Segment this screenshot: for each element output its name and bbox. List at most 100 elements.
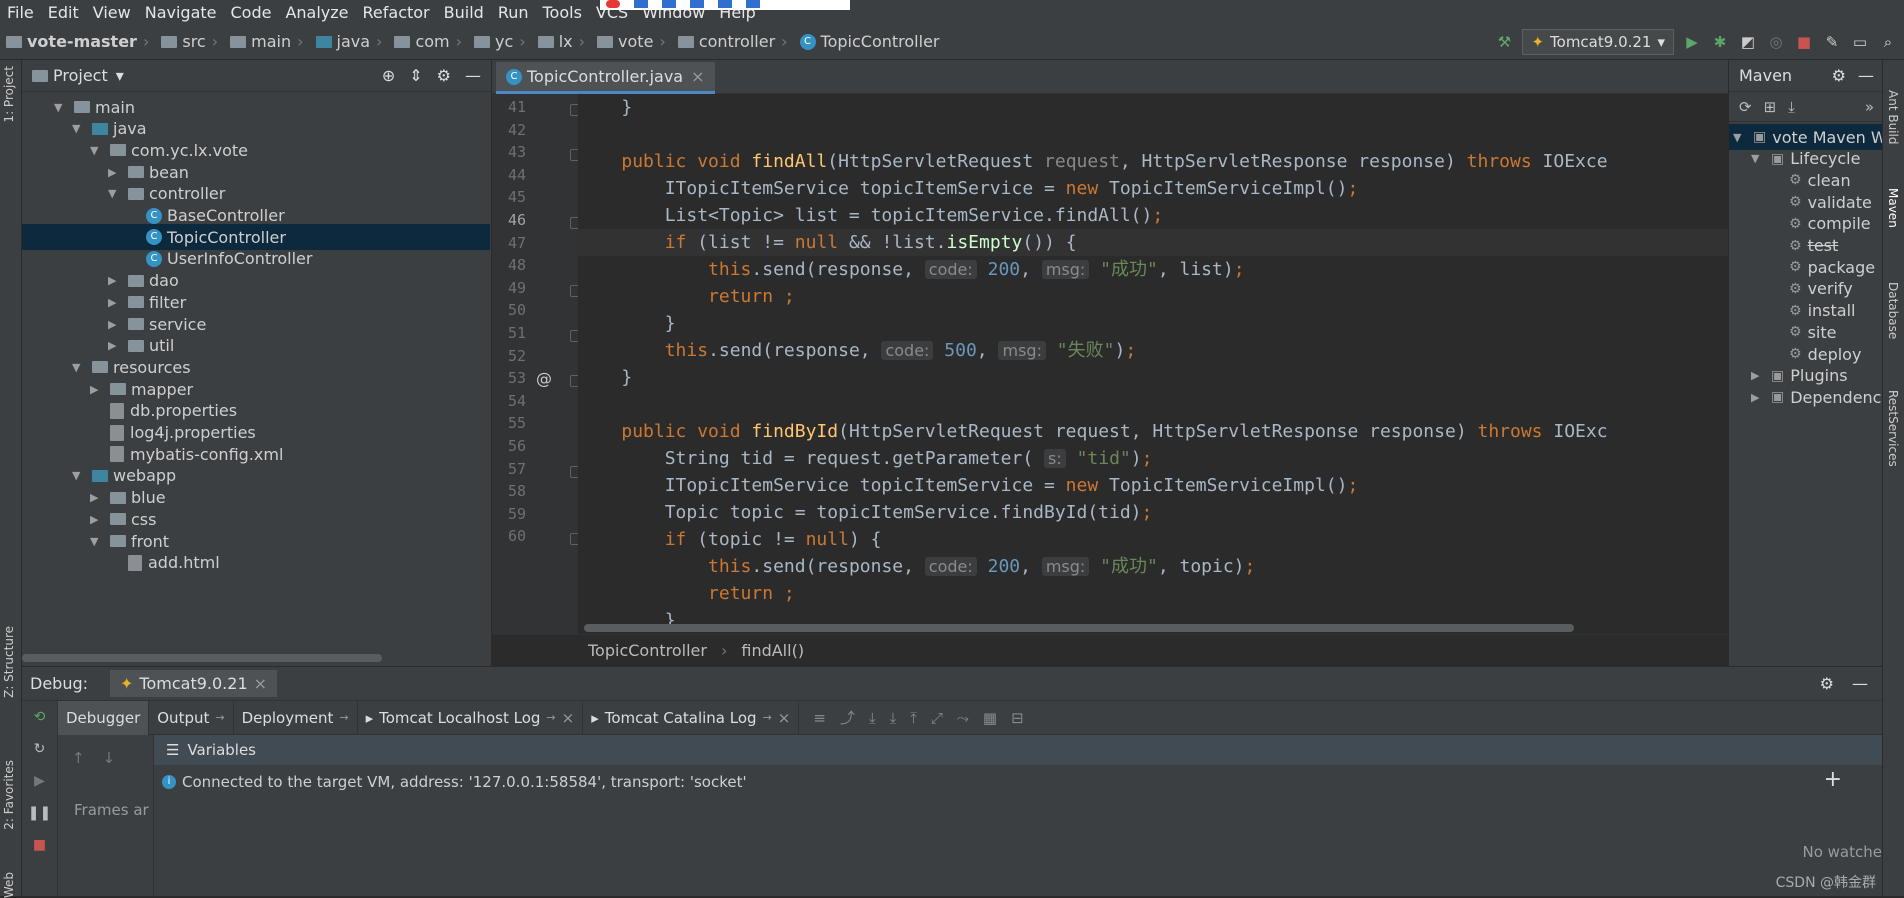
minimize-icon[interactable]: — <box>465 66 481 85</box>
chevron-right-icon[interactable]: ▶ <box>90 491 104 504</box>
gear-icon[interactable]: ⚙ <box>1820 674 1834 693</box>
chevron-down-icon[interactable]: ▾ <box>116 66 124 85</box>
minimize-icon[interactable]: — <box>1858 66 1874 85</box>
breadcrumb-item[interactable]: yc › <box>474 32 532 51</box>
chevron-down-icon[interactable]: ▼ <box>72 361 86 374</box>
chevron-right-icon[interactable]: ▶ <box>1751 391 1765 404</box>
chevron-down-icon[interactable]: ▼ <box>54 101 68 114</box>
tree-item[interactable]: add.html <box>22 550 490 576</box>
tab-project-tool[interactable]: 1: Project <box>2 66 16 123</box>
collapse-icon[interactable]: ⇕ <box>409 66 422 85</box>
pin-icon[interactable]: → <box>339 711 348 724</box>
coverage-icon[interactable]: ◩ <box>1738 32 1758 52</box>
tab-ant-build[interactable]: Ant Build <box>1886 90 1900 144</box>
debug-action-icon[interactable]: ⤢ <box>931 709 943 727</box>
menu-item-build[interactable]: Build <box>437 3 491 22</box>
debug-action-icon[interactable]: ⤓ <box>890 709 897 727</box>
editor-breadcrumb-method[interactable]: findAll() <box>741 641 804 660</box>
project-title[interactable]: Project <box>53 66 108 85</box>
chevron-right-icon[interactable]: ▶ <box>108 274 122 287</box>
tab-database[interactable]: Database <box>1886 282 1900 339</box>
chevron-right-icon[interactable]: ▶ <box>90 383 104 396</box>
add-project-icon[interactable]: ⊞ <box>1764 98 1777 116</box>
chevron-down-icon[interactable]: ▼ <box>72 469 86 482</box>
breadcrumb-item[interactable]: lx › <box>537 32 591 51</box>
download-icon[interactable]: ⤓ <box>1788 98 1795 116</box>
override-marker-icon[interactable]: @ <box>536 369 552 388</box>
menu-item-edit[interactable]: Edit <box>41 3 86 22</box>
tab-maven[interactable]: Maven <box>1886 188 1900 228</box>
run-icon[interactable]: ▶ <box>1682 32 1702 52</box>
breadcrumb-item[interactable]: C TopicController <box>799 32 940 51</box>
minimize-icon[interactable]: — <box>1852 674 1868 693</box>
menu-item-navigate[interactable]: Navigate <box>138 3 224 22</box>
add-watch-icon[interactable]: + <box>1824 767 1842 792</box>
tab-structure-tool[interactable]: Z: Structure <box>2 626 16 698</box>
close-icon[interactable]: × <box>691 67 704 86</box>
debug-action-icon[interactable]: ⤴ <box>840 707 855 728</box>
restart-icon[interactable]: ↻ <box>22 733 57 765</box>
chevron-down-icon[interactable]: ▼ <box>72 122 86 135</box>
close-icon[interactable]: × <box>562 709 575 727</box>
debug-tab-deployment[interactable]: Deployment → <box>234 700 358 735</box>
build-hammer-icon[interactable]: ⚒ <box>1494 32 1514 52</box>
horizontal-scrollbar[interactable] <box>22 654 382 662</box>
chevron-right-icon[interactable]: ▶ <box>108 318 122 331</box>
debug-action-icon[interactable]: ≡ <box>813 709 826 727</box>
menu-item-run[interactable]: Run <box>491 3 536 22</box>
breadcrumb-item[interactable]: controller › <box>677 32 794 51</box>
debug-tab-tomcat-localhost-log[interactable]: ▸ Tomcat Localhost Log → × <box>358 700 584 735</box>
pause-icon[interactable]: ❚❚ <box>22 797 57 829</box>
debug-bug-icon[interactable]: ✱ <box>1710 32 1730 52</box>
debug-tab-tomcat-catalina-log[interactable]: ▸ Tomcat Catalina Log → × <box>583 700 800 735</box>
chevron-down-icon[interactable]: ▼ <box>90 144 104 157</box>
arrow-up-icon[interactable]: ↑ <box>72 749 85 767</box>
chevron-down-icon[interactable]: ▼ <box>1733 131 1747 144</box>
tab-rest-services[interactable]: RestServices <box>1886 390 1900 467</box>
debug-tab-debugger[interactable]: Debugger <box>58 700 150 735</box>
chevron-down-icon[interactable]: ▼ <box>90 535 104 548</box>
terminal-icon[interactable]: ▭ <box>1850 32 1870 52</box>
rerun-icon[interactable]: ⟲ <box>22 701 57 733</box>
pin-icon[interactable]: → <box>215 711 224 724</box>
stop-icon[interactable]: ■ <box>22 829 57 861</box>
pin-icon[interactable]: → <box>763 711 772 724</box>
debug-session-tab[interactable]: ✦ Tomcat9.0.21 × <box>110 670 278 697</box>
menu-item-tools[interactable]: Tools <box>536 3 589 22</box>
chevron-right-icon[interactable]: ▶ <box>90 513 104 526</box>
close-icon[interactable]: × <box>254 674 267 693</box>
menu-item-analyze[interactable]: Analyze <box>278 3 355 22</box>
gear-icon[interactable]: ⚙ <box>437 66 451 85</box>
pin-icon[interactable]: → <box>546 711 555 724</box>
editor-horizontal-scrollbar[interactable] <box>584 624 1574 632</box>
close-icon[interactable]: × <box>778 709 791 727</box>
menu-item-view[interactable]: View <box>86 3 138 22</box>
breadcrumb-item[interactable]: vote-master › <box>6 32 155 51</box>
resume-icon[interactable]: ▶ <box>22 765 57 797</box>
debug-action-icon[interactable]: ⤳ <box>957 709 969 727</box>
debug-action-icon[interactable]: ⤓ <box>869 709 876 727</box>
breadcrumb-item[interactable]: com › <box>394 32 468 51</box>
locate-icon[interactable]: ⊕ <box>382 66 395 85</box>
edit-config-icon[interactable]: ✎ <box>1822 32 1842 52</box>
menu-item-refactor[interactable]: Refactor <box>356 3 437 22</box>
chevron-right-icon[interactable]: ▶ <box>1751 369 1765 382</box>
arrow-down-icon[interactable]: ↓ <box>103 749 116 767</box>
menu-item-file[interactable]: File <box>0 3 41 22</box>
chevron-right-icon[interactable]: ▶ <box>108 166 122 179</box>
more-icon[interactable]: » <box>1865 98 1874 116</box>
editor-breadcrumb-class[interactable]: TopicController <box>588 641 707 660</box>
breadcrumb-item[interactable]: java › <box>315 32 389 51</box>
reload-icon[interactable]: ⟳ <box>1739 98 1752 116</box>
chevron-right-icon[interactable]: ▶ <box>108 296 122 309</box>
code-editor[interactable]: } public void findAll(HttpServletRequest… <box>578 94 1728 634</box>
maven-tree-item[interactable]: ▶ ▣ Dependenc <box>1729 384 1882 410</box>
chevron-down-icon[interactable]: ▼ <box>108 187 122 200</box>
debug-action-icon[interactable]: ⤒ <box>910 709 917 727</box>
debug-action-icon[interactable]: ⊟ <box>1011 709 1024 727</box>
debug-tab-output[interactable]: Output → <box>149 700 234 735</box>
menu-item-code[interactable]: Code <box>224 3 279 22</box>
tab-web-tool[interactable]: Web <box>2 872 16 898</box>
run-config-select[interactable]: ✦ Tomcat9.0.21 ▾ <box>1522 29 1674 55</box>
chevron-down-icon[interactable]: ▼ <box>1751 152 1765 165</box>
